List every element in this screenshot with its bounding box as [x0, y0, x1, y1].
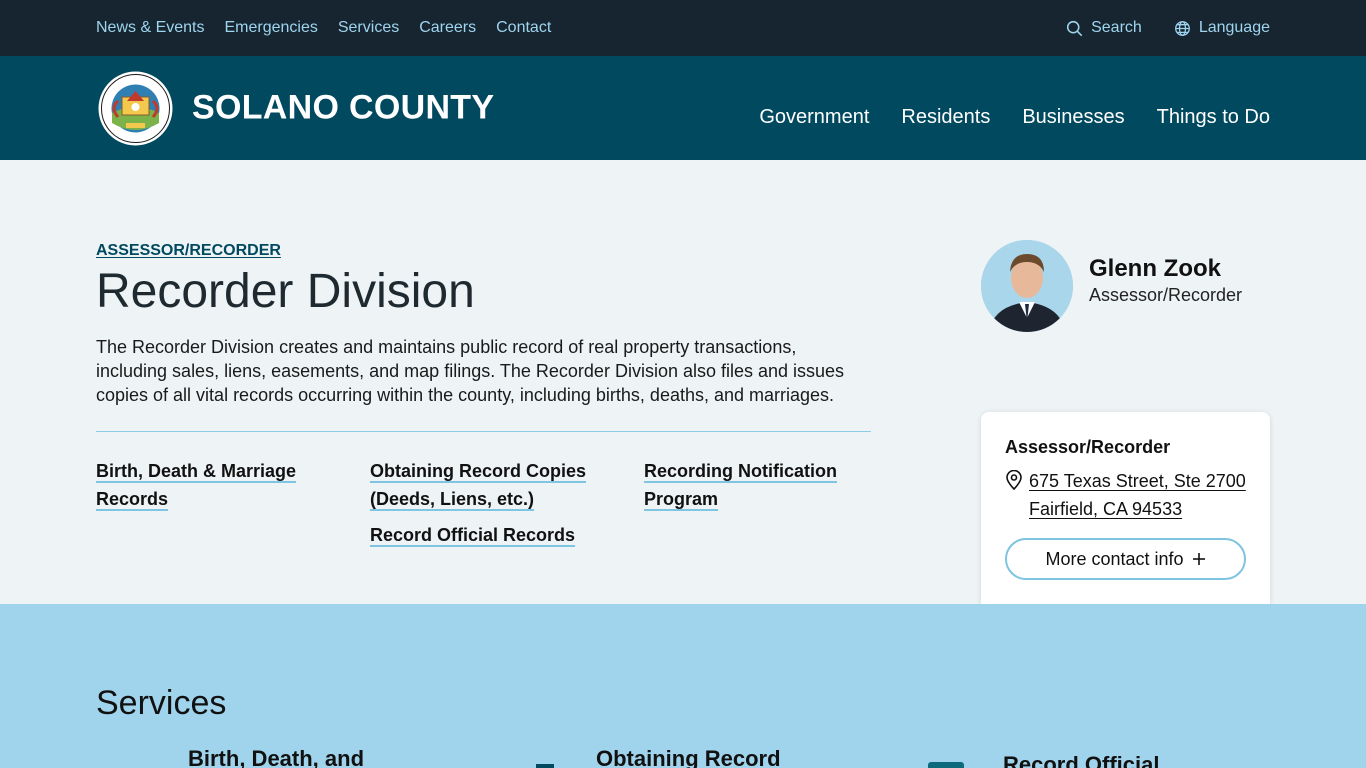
quick-link-birth-death-marriage[interactable]: Birth, Death & Marriage Records — [96, 457, 326, 513]
globe-icon — [1174, 20, 1190, 36]
document-icon — [536, 764, 554, 768]
address-line-1: 675 Texas Street, Ste 2700 — [1029, 471, 1246, 491]
services-title: Services — [96, 684, 227, 722]
records-icon — [928, 762, 964, 768]
contact-card: Assessor/Recorder 675 Texas Street, Ste … — [981, 412, 1270, 604]
nav-government[interactable]: Government — [759, 106, 869, 129]
service-card-record-official[interactable]: Record Official — [1003, 752, 1159, 768]
more-contact-info-label: More contact info — [1045, 548, 1184, 569]
profile-photo — [981, 240, 1073, 332]
service-card-birth-death[interactable]: Birth, Death, and — [188, 746, 364, 768]
quick-link-obtaining-record-copies[interactable]: Obtaining Record Copies (Deeds, Liens, e… — [370, 457, 610, 513]
map-pin-icon — [1006, 470, 1022, 490]
services-section: Services Birth, Death, and Obtaining Rec… — [0, 604, 1366, 768]
utility-link-emergencies[interactable]: Emergencies — [224, 19, 317, 37]
intro-text: The Recorder Division creates and mainta… — [96, 337, 845, 405]
nav-things-to-do[interactable]: Things to Do — [1157, 106, 1270, 129]
contact-address-link[interactable]: 675 Texas Street, Ste 2700 Fairfield, CA… — [1029, 467, 1246, 523]
quick-link-recording-notification[interactable]: Recording Notification Program — [644, 457, 864, 513]
profile-role: Assessor/Recorder — [1089, 285, 1243, 305]
utility-link-careers[interactable]: Careers — [419, 19, 476, 37]
contact-card-title: Assessor/Recorder — [1005, 437, 1171, 457]
utility-link-news-events[interactable]: News & Events — [96, 19, 204, 37]
search-icon — [1067, 20, 1083, 36]
utility-link-contact[interactable]: Contact — [496, 19, 551, 37]
utility-link-services[interactable]: Services — [338, 19, 399, 37]
breadcrumb-parent-link[interactable]: ASSESSOR/RECORDER — [96, 242, 281, 260]
main-nav: Government Residents Businesses Things t… — [759, 56, 1270, 160]
plus-icon — [1192, 553, 1205, 565]
site-header: SOLANO COUNTY Government Residents Busin… — [0, 56, 1366, 160]
more-contact-info-button[interactable]: More contact info — [1005, 538, 1246, 580]
profile-name: Glenn Zook — [1089, 255, 1221, 282]
nav-businesses[interactable]: Businesses — [1022, 106, 1124, 129]
quick-link-record-official-records[interactable]: Record Official Records — [370, 521, 630, 549]
nav-residents[interactable]: Residents — [901, 106, 990, 129]
divider — [96, 431, 871, 432]
utility-bar: News & Events Emergencies Services Caree… — [0, 0, 1366, 56]
language-label: Language — [1198, 19, 1270, 36]
utility-actions: Search Language — [1066, 0, 1270, 56]
language-button[interactable]: Language — [1174, 19, 1270, 37]
county-seal-logo[interactable] — [98, 71, 173, 146]
address-line-2: Fairfield, CA 94533 — [1029, 499, 1183, 519]
search-label: Search — [1091, 19, 1142, 36]
main-content: ASSESSOR/RECORDER Recorder Division The … — [0, 160, 1366, 604]
search-button[interactable]: Search — [1066, 19, 1142, 37]
service-card-obtaining-record[interactable]: Obtaining Record — [596, 746, 781, 768]
page-title: Recorder Division — [96, 265, 475, 318]
utility-nav: News & Events Emergencies Services Caree… — [96, 0, 551, 56]
site-title[interactable]: SOLANO COUNTY — [192, 89, 494, 128]
